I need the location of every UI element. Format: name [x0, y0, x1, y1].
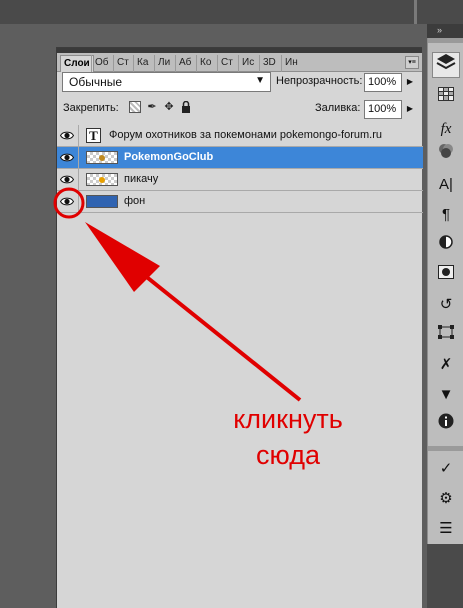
swatches-icon[interactable] [432, 84, 460, 110]
arrow-line [126, 260, 302, 402]
annotation-text-line2: сюда [256, 440, 320, 470]
arrow-head [85, 222, 160, 292]
tools-icon[interactable]: ✗ [432, 352, 460, 378]
masks-icon[interactable] [432, 262, 460, 288]
tool-presets-icon[interactable]: ☰ [432, 516, 460, 542]
history-icon[interactable]: ↺ [432, 292, 460, 318]
fx-styles-icon[interactable]: fx [432, 116, 460, 142]
dock-bottom-area [427, 544, 463, 608]
paths-icon[interactable] [432, 322, 460, 348]
paragraph-icon[interactable]: ¶ [432, 202, 460, 228]
annotation-text-line1: кликнуть [233, 404, 343, 434]
annotation-overlay [53, 187, 302, 402]
adjustments-icon[interactable] [432, 232, 460, 258]
character-icon[interactable]: A| [432, 172, 460, 198]
channels-icon[interactable] [432, 142, 460, 168]
brush-presets-icon[interactable]: ✓ [432, 456, 460, 482]
dock-grip [428, 38, 463, 43]
panel-icon-dock: fx A| ¶ ↺ ✗ ▼ ✓ ⚙ ☰ [427, 38, 463, 544]
actions-icon[interactable]: ▼ [432, 382, 460, 408]
layers-icon[interactable] [432, 52, 460, 78]
info-icon[interactable] [432, 412, 460, 438]
highlight-circle [53, 187, 85, 219]
dock-separator [428, 446, 463, 451]
clone-source-icon[interactable]: ⚙ [432, 486, 460, 512]
